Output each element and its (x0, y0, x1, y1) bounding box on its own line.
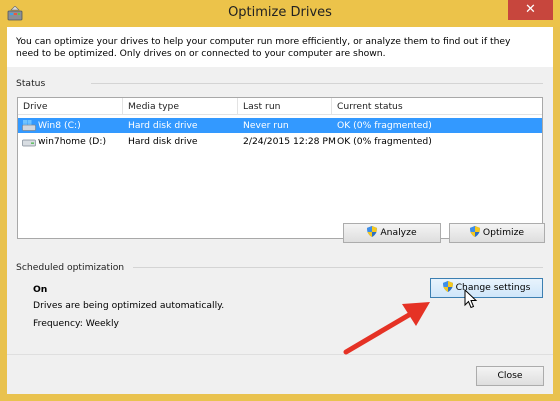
window-title: Optimize Drives (228, 5, 332, 20)
hard-drive-icon (22, 139, 36, 147)
close-button[interactable]: Close (476, 366, 544, 386)
uac-shield-icon (442, 281, 453, 292)
drive-row-d[interactable]: win7home (D:) Hard disk drive 2/24/2015 … (18, 134, 542, 149)
dialog-body: You can optimize your drives to help you… (7, 27, 553, 394)
schedule-description: Drives are being optimized automatically… (33, 300, 225, 311)
drive-name: win7home (D:) (38, 136, 107, 147)
status-divider (91, 83, 543, 84)
schedule-frequency: Frequency: Weekly (33, 318, 119, 329)
status-section-label: Status (16, 78, 46, 89)
window-close-button[interactable]: ✕ (508, 0, 553, 20)
drive-status: OK (0% fragmented) (337, 136, 432, 147)
intro-text: You can optimize your drives to help you… (16, 36, 511, 59)
column-drive[interactable]: Drive (23, 101, 48, 112)
drive-media-type: Hard disk drive (128, 120, 198, 131)
column-separator[interactable] (237, 98, 238, 115)
scheduled-section-label: Scheduled optimization (16, 262, 125, 273)
analyze-label: Analyze (380, 227, 417, 238)
windows-drive-icon (22, 120, 36, 131)
uac-shield-icon (367, 226, 378, 237)
column-current-status[interactable]: Current status (337, 101, 403, 112)
optimize-button[interactable]: Optimize (449, 223, 545, 243)
drive-media-type: Hard disk drive (128, 136, 198, 147)
title-bar[interactable]: Optimize Drives ✕ (0, 0, 560, 27)
drive-status: OK (0% fragmented) (337, 120, 432, 131)
drive-row-c[interactable]: Win8 (C:) Hard disk drive Never run OK (… (18, 118, 542, 133)
drive-last-run: Never run (243, 120, 289, 131)
intro-panel: You can optimize your drives to help you… (7, 27, 553, 67)
optimize-label: Optimize (482, 227, 525, 238)
red-arrow-icon (343, 302, 430, 355)
mouse-cursor-icon (464, 289, 478, 309)
drives-list[interactable]: Drive Media type Last run Current status… (17, 97, 543, 239)
uac-shield-icon (469, 226, 480, 237)
close-icon: ✕ (525, 2, 536, 17)
drives-list-header: Drive Media type Last run Current status (18, 98, 542, 115)
change-settings-button[interactable]: Change settings (430, 278, 543, 298)
close-label: Close (497, 370, 523, 381)
optimize-drives-window: Optimize Drives ✕ You can optimize your … (0, 0, 560, 401)
dialog-footer: Close (7, 354, 553, 394)
analyze-button[interactable]: Analyze (343, 223, 441, 243)
schedule-state: On (33, 284, 48, 295)
column-separator[interactable] (331, 98, 332, 115)
scheduled-divider (133, 267, 543, 268)
column-last-run[interactable]: Last run (243, 101, 280, 112)
column-media-type[interactable]: Media type (128, 101, 179, 112)
drive-last-run: 2/24/2015 12:28 PM (243, 136, 336, 147)
drive-name: Win8 (C:) (38, 120, 81, 131)
column-separator[interactable] (122, 98, 123, 115)
